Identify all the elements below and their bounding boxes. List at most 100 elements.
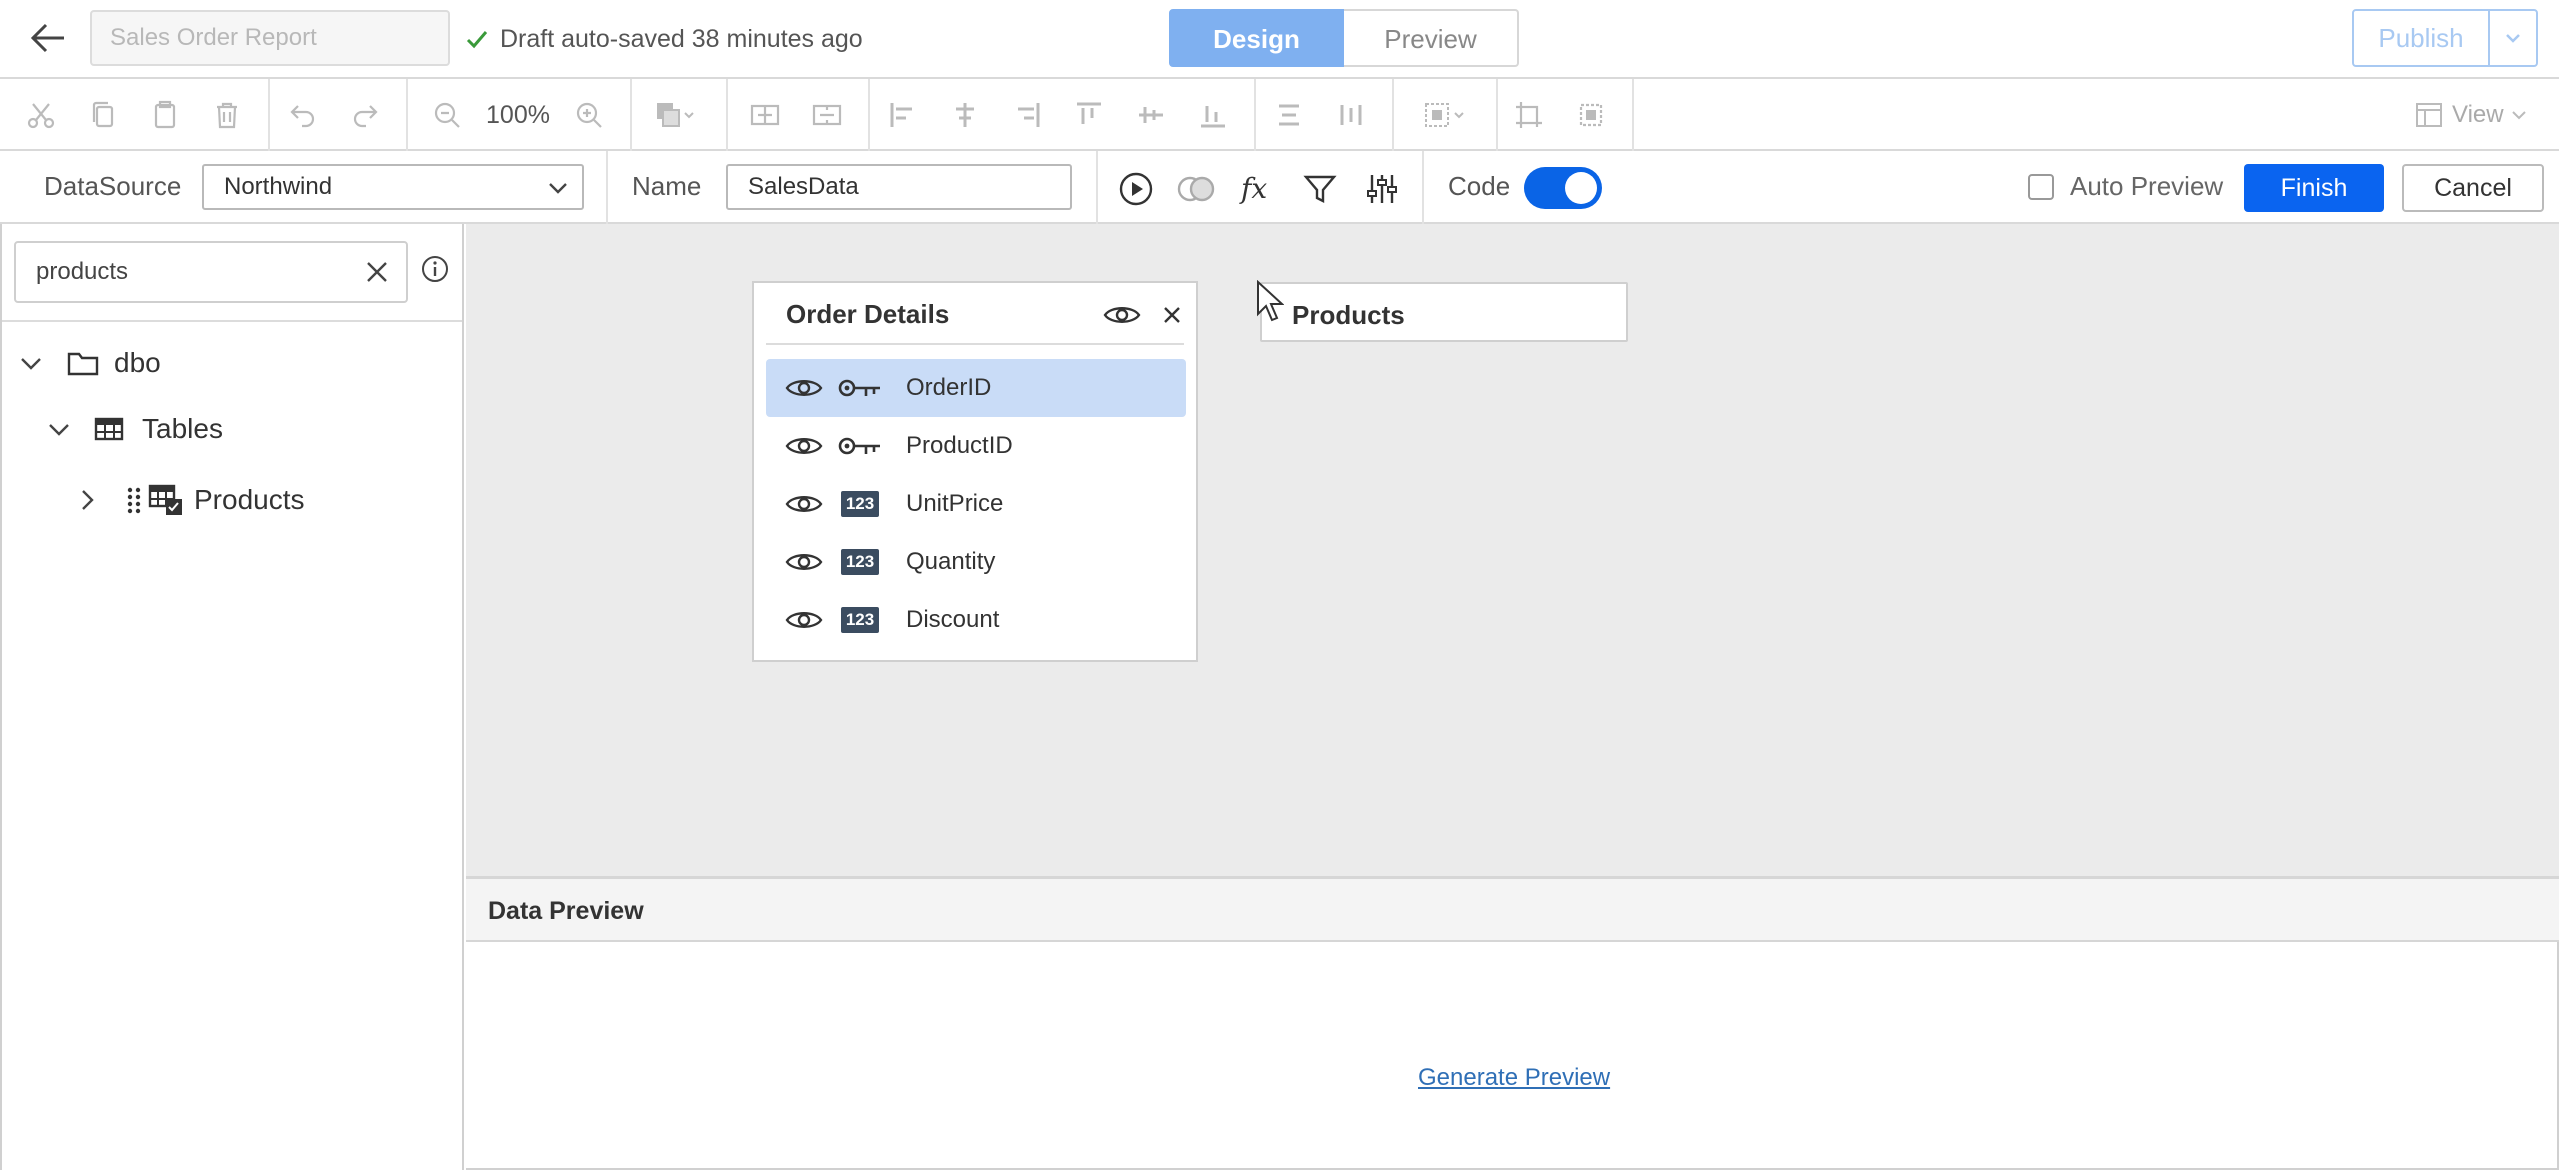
eye-icon[interactable] xyxy=(784,489,824,519)
tree-label-products: Products xyxy=(194,484,305,515)
cut-icon[interactable] xyxy=(10,79,72,151)
mouse-cursor-icon xyxy=(1257,280,1284,322)
parameters-icon[interactable] xyxy=(1360,167,1404,211)
generate-preview-link[interactable]: Generate Preview xyxy=(1418,1064,1610,1092)
preview-tab[interactable]: Preview xyxy=(1344,9,1519,67)
chevron-down-icon xyxy=(2511,111,2526,120)
back-arrow-icon[interactable] xyxy=(26,16,70,60)
eye-icon[interactable] xyxy=(784,373,824,403)
folder-icon xyxy=(67,352,99,376)
saved-status-text: Draft auto-saved 38 minutes ago xyxy=(500,24,863,53)
publish-label[interactable]: Publish xyxy=(2354,11,2490,65)
chevron-down-icon[interactable] xyxy=(18,350,44,376)
paste-icon[interactable] xyxy=(134,79,196,151)
auto-preview-checkbox[interactable]: Auto Preview xyxy=(2028,171,2223,202)
fill-color-icon[interactable] xyxy=(636,79,716,151)
merge-icon[interactable] xyxy=(796,79,858,151)
align-top-icon[interactable] xyxy=(1058,79,1120,151)
bring-front-icon[interactable] xyxy=(1498,79,1560,151)
field-row[interactable]: 123 Discount xyxy=(766,591,1186,649)
zoom-out-icon[interactable] xyxy=(416,79,478,151)
info-icon[interactable] xyxy=(420,254,450,284)
toolbar: 100% View xyxy=(0,79,2559,151)
checkbox-box[interactable] xyxy=(2028,173,2054,200)
copy-icon[interactable] xyxy=(72,79,134,151)
tree-node-tables[interactable]: Tables xyxy=(46,409,223,449)
group-group xyxy=(1396,79,1498,151)
distribute-horizontal-icon[interactable] xyxy=(1258,79,1320,151)
design-canvas[interactable]: Order Details OrderID ProductID 123 Unit… xyxy=(466,224,2559,876)
field-row[interactable]: 123 UnitPrice xyxy=(766,475,1186,533)
group-icon[interactable] xyxy=(1406,79,1486,151)
split-horizontal-icon[interactable] xyxy=(734,79,796,151)
tree-label-dbo: dbo xyxy=(114,347,161,378)
key-icon xyxy=(838,373,882,403)
code-toggle[interactable] xyxy=(1524,167,1602,209)
undo-icon[interactable] xyxy=(272,79,334,151)
products-table[interactable]: Products xyxy=(1260,282,1628,342)
field-name: Discount xyxy=(906,606,1000,633)
field-name: UnitPrice xyxy=(906,490,1004,517)
distribute-vertical-icon[interactable] xyxy=(1320,79,1382,151)
number-type-icon: 123 xyxy=(838,489,882,519)
separator xyxy=(606,151,608,224)
align-center-icon[interactable] xyxy=(934,79,996,151)
align-right-icon[interactable] xyxy=(996,79,1058,151)
edit-group xyxy=(0,79,270,151)
zoom-group: 100% xyxy=(406,79,632,151)
view-button[interactable]: View xyxy=(2416,97,2538,133)
finish-button[interactable]: Finish xyxy=(2244,164,2384,212)
auto-preview-label: Auto Preview xyxy=(2070,171,2224,201)
field-row[interactable]: 123 Quantity xyxy=(766,533,1186,591)
field-name: OrderID xyxy=(906,374,992,401)
search-value: products xyxy=(36,258,129,285)
divider xyxy=(2,320,462,322)
eye-icon[interactable] xyxy=(784,431,824,461)
saved-status: Draft auto-saved 38 minutes ago xyxy=(464,22,863,56)
eye-icon[interactable] xyxy=(784,605,824,635)
field-row[interactable]: OrderID xyxy=(766,359,1186,417)
view-label: View xyxy=(2452,101,2504,128)
publish-button[interactable]: Publish xyxy=(2352,9,2538,67)
drag-handle-icon[interactable] xyxy=(126,485,142,515)
redo-icon[interactable] xyxy=(334,79,396,151)
align-group xyxy=(862,79,1256,151)
send-back-icon[interactable] xyxy=(1560,79,1622,151)
tree-node-dbo[interactable]: dbo xyxy=(18,343,161,383)
datasource-label: DataSource xyxy=(44,171,182,201)
design-tab[interactable]: Design xyxy=(1169,9,1344,67)
check-icon xyxy=(466,31,488,49)
function-icon[interactable]: fx xyxy=(1236,167,1280,211)
chevron-down-icon[interactable] xyxy=(2490,11,2536,65)
run-icon[interactable] xyxy=(1114,167,1158,211)
align-middle-icon[interactable] xyxy=(1120,79,1182,151)
chevron-right-icon[interactable] xyxy=(74,487,100,513)
cancel-button[interactable]: Cancel xyxy=(2402,164,2544,212)
schema-panel: products dbo Tables Products xyxy=(0,224,464,1170)
eye-icon[interactable] xyxy=(1102,297,1142,333)
report-designer: Sales Order Report Draft auto-saved 38 m… xyxy=(0,0,2559,1170)
divider xyxy=(766,343,1184,345)
search-input[interactable]: products xyxy=(14,241,408,303)
code-label: Code xyxy=(1448,171,1511,201)
join-icon[interactable] xyxy=(1174,167,1218,211)
tree-node-products[interactable]: Products xyxy=(74,480,305,520)
filter-icon[interactable] xyxy=(1298,167,1342,211)
close-icon[interactable] xyxy=(362,257,392,287)
field-name: Quantity xyxy=(906,548,996,575)
report-name-input[interactable]: Sales Order Report xyxy=(90,10,450,66)
zoom-in-icon[interactable] xyxy=(558,79,620,151)
delete-icon[interactable] xyxy=(196,79,258,151)
align-bottom-icon[interactable] xyxy=(1182,79,1244,151)
close-icon[interactable] xyxy=(1158,301,1186,329)
field-row[interactable]: ProductID xyxy=(766,417,1186,475)
datasource-dropdown[interactable]: Northwind xyxy=(202,164,584,210)
zoom-value[interactable]: 100% xyxy=(478,101,558,130)
chevron-down-icon[interactable] xyxy=(46,416,72,442)
eye-icon[interactable] xyxy=(784,547,824,577)
order-details-table[interactable]: Order Details OrderID ProductID 123 Unit… xyxy=(752,281,1198,662)
align-left-icon[interactable] xyxy=(872,79,934,151)
data-preview-header: Data Preview xyxy=(466,876,2559,942)
chevron-down-icon xyxy=(549,183,567,194)
name-input[interactable]: SalesData xyxy=(726,164,1072,210)
